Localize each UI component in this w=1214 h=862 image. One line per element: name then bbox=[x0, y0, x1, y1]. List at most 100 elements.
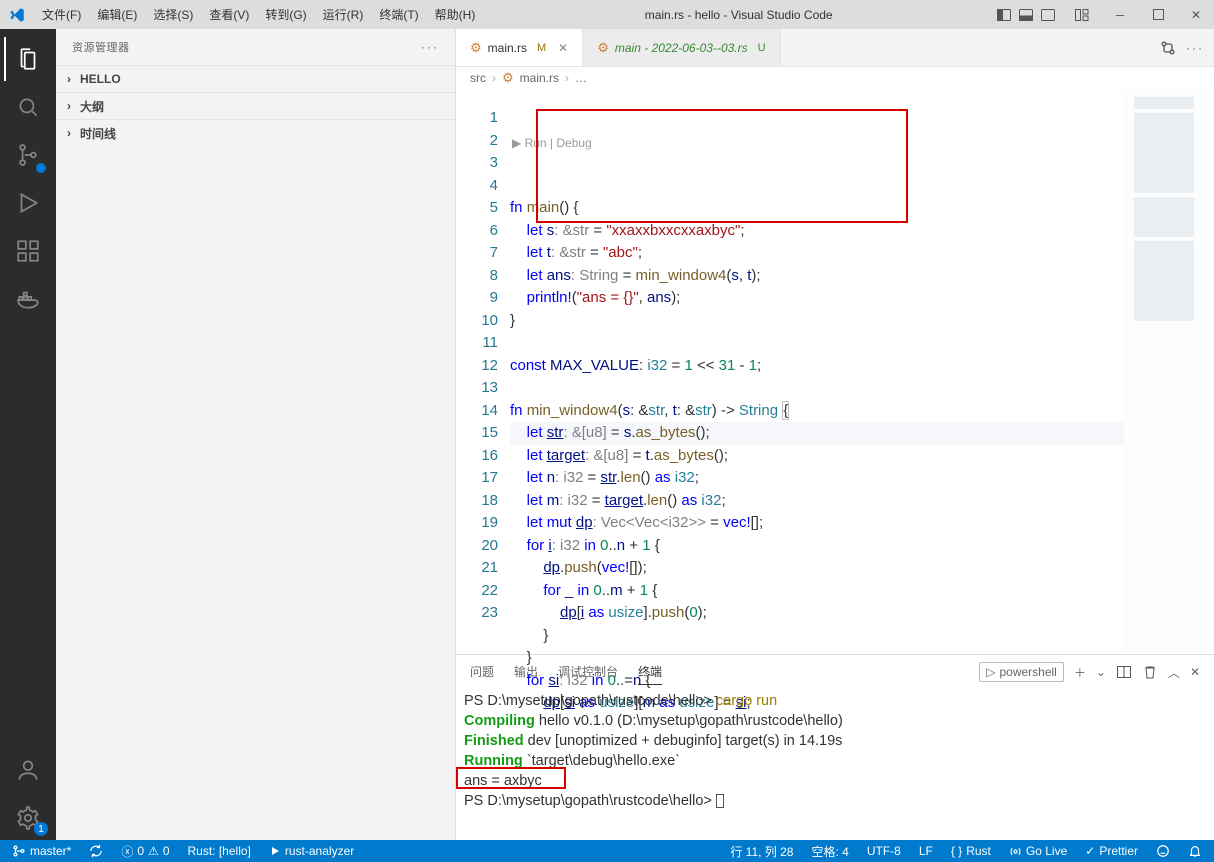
code-line[interactable]: let n: i32 = str.len() as i32; bbox=[510, 467, 1124, 490]
window-close-button[interactable]: ✕ bbox=[1186, 5, 1206, 25]
activity-docker[interactable] bbox=[4, 277, 52, 321]
code-line[interactable]: let t: &str = "abc"; bbox=[510, 242, 1124, 265]
status-feedback-icon[interactable] bbox=[1152, 844, 1174, 858]
crumb-more[interactable]: … bbox=[575, 71, 587, 85]
activity-accounts[interactable] bbox=[4, 748, 52, 792]
activity-explorer[interactable] bbox=[4, 37, 52, 81]
code-line[interactable]: } bbox=[510, 625, 1124, 648]
explorer-sidebar: 资源管理器 ··· ›HELLO›大纲›时间线 bbox=[56, 29, 456, 840]
menu-item[interactable]: 帮助(H) bbox=[427, 1, 484, 29]
panel-close-icon[interactable]: ✕ bbox=[1190, 665, 1200, 679]
minimap[interactable] bbox=[1124, 89, 1214, 654]
window-maximize-button[interactable] bbox=[1148, 5, 1168, 25]
code-line[interactable] bbox=[510, 377, 1124, 400]
code-line[interactable]: fn min_window4(s: &str, t: &str) -> Stri… bbox=[510, 400, 1124, 423]
menu-item[interactable]: 查看(V) bbox=[201, 1, 257, 29]
line-number: 15 bbox=[456, 422, 498, 445]
code-line[interactable]: for _ in 0..m + 1 { bbox=[510, 580, 1124, 603]
menu-item[interactable]: 终端(T) bbox=[371, 1, 426, 29]
line-number: 21 bbox=[456, 557, 498, 580]
code-line[interactable]: println!("ans = {}", ans); bbox=[510, 287, 1124, 310]
git-compare-icon[interactable] bbox=[1160, 40, 1176, 56]
line-number: 19 bbox=[456, 512, 498, 535]
title-bar-right: ─ ✕ bbox=[994, 5, 1206, 25]
layout-left-icon[interactable] bbox=[994, 5, 1014, 25]
code-line[interactable]: let m: i32 = target.len() as i32; bbox=[510, 490, 1124, 513]
sidebar-more-icon[interactable]: ··· bbox=[421, 40, 439, 54]
status-spaces[interactable]: 空格: 4 bbox=[807, 843, 852, 860]
menu-item[interactable]: 转到(G) bbox=[257, 1, 314, 29]
code-line[interactable]: dp[i as usize].push(0); bbox=[510, 602, 1124, 625]
layout-bottom-icon[interactable] bbox=[1016, 5, 1036, 25]
line-number: 22 bbox=[456, 580, 498, 603]
code-line[interactable]: dp.push(vec![]); bbox=[510, 557, 1124, 580]
code-line[interactable]: } bbox=[510, 647, 1124, 670]
sidebar-section[interactable]: ›时间线 bbox=[56, 119, 455, 146]
menu-item[interactable]: 编辑(E) bbox=[89, 1, 145, 29]
menu-item[interactable]: 运行(R) bbox=[315, 1, 372, 29]
status-eol[interactable]: LF bbox=[915, 844, 937, 858]
status-go-live[interactable]: Go Live bbox=[1005, 844, 1071, 858]
status-problems[interactable]: ⓧ0 ⚠0 bbox=[117, 843, 173, 860]
annotation-box-output bbox=[456, 767, 566, 789]
activity-settings[interactable]: 1 bbox=[4, 796, 52, 840]
sidebar-title: 资源管理器 bbox=[72, 39, 130, 55]
line-number: 1 bbox=[456, 107, 498, 130]
title-bar: 文件(F)编辑(E)选择(S)查看(V)转到(G)运行(R)终端(T)帮助(H)… bbox=[0, 0, 1214, 29]
editor-tab[interactable]: ⚙main - 2022-06-03--03.rsU bbox=[583, 29, 780, 66]
tab-actions-more-icon[interactable]: ··· bbox=[1186, 41, 1204, 55]
kill-terminal-icon[interactable] bbox=[1142, 664, 1158, 680]
panel-tab[interactable]: 问题 bbox=[470, 659, 494, 685]
code-line[interactable]: let target: &[u8] = t.as_bytes(); bbox=[510, 445, 1124, 468]
sidebar-section-label: HELLO bbox=[80, 72, 121, 86]
status-bell-icon[interactable] bbox=[1184, 844, 1206, 858]
activity-source-control[interactable] bbox=[4, 133, 52, 177]
code-editor[interactable]: 1234567891011121314151617181920212223 ▶ … bbox=[456, 89, 1214, 654]
status-ln-col[interactable]: 行 11, 列 28 bbox=[726, 843, 797, 860]
status-language[interactable]: { }Rust bbox=[947, 844, 995, 858]
breadcrumb[interactable]: src › ⚙ main.rs › … bbox=[456, 67, 1214, 89]
sidebar-section-label: 时间线 bbox=[80, 125, 116, 142]
app-menu: 文件(F)编辑(E)选择(S)查看(V)转到(G)运行(R)终端(T)帮助(H) bbox=[34, 1, 483, 29]
code-line[interactable]: const MAX_VALUE: i32 = 1 << 31 - 1; bbox=[510, 355, 1124, 378]
line-number: 7 bbox=[456, 242, 498, 265]
code-line[interactable]: let mut dp: Vec<Vec<i32>> = vec![]; bbox=[510, 512, 1124, 535]
menu-item[interactable]: 选择(S) bbox=[145, 1, 201, 29]
status-git-branch[interactable]: master* bbox=[8, 844, 75, 858]
code-line[interactable]: let ans: String = min_window4(s, t); bbox=[510, 265, 1124, 288]
status-rust-analyzer[interactable]: rust-analyzer bbox=[265, 844, 358, 858]
editor-tabs: ⚙main.rsM✕⚙main - 2022-06-03--03.rsU ··· bbox=[456, 29, 1214, 67]
sidebar-section[interactable]: ›HELLO bbox=[56, 65, 455, 92]
activity-bar: 1 bbox=[0, 29, 56, 840]
line-number: 8 bbox=[456, 265, 498, 288]
window-minimize-button[interactable]: ─ bbox=[1110, 5, 1130, 25]
line-number: 17 bbox=[456, 467, 498, 490]
line-number: 10 bbox=[456, 310, 498, 333]
status-rust-target[interactable]: Rust: [hello] bbox=[184, 844, 255, 858]
status-prettier[interactable]: ✓Prettier bbox=[1081, 844, 1142, 858]
crumb-file[interactable]: main.rs bbox=[520, 71, 559, 85]
panel-maximize-icon[interactable]: ︿ bbox=[1168, 664, 1180, 681]
terminal-content[interactable]: PS D:\mysetup\gopath\rustcode\hello> car… bbox=[456, 689, 1214, 840]
code-line[interactable] bbox=[510, 332, 1124, 355]
code-line[interactable]: } bbox=[510, 310, 1124, 333]
status-encoding[interactable]: UTF-8 bbox=[863, 844, 905, 858]
layout-customize-icon[interactable] bbox=[1072, 5, 1092, 25]
chevron-right-icon: › bbox=[62, 99, 76, 113]
code-content[interactable]: ▶ Run | Debug fn main() { let s: &str = … bbox=[510, 89, 1124, 654]
activity-extensions[interactable] bbox=[4, 229, 52, 273]
code-line[interactable]: for i: i32 in 0..n + 1 { bbox=[510, 535, 1124, 558]
editor-tab[interactable]: ⚙main.rsM✕ bbox=[456, 29, 583, 66]
close-tab-icon[interactable]: ✕ bbox=[558, 41, 568, 55]
layout-right-icon[interactable] bbox=[1038, 5, 1058, 25]
activity-run-debug[interactable] bbox=[4, 181, 52, 225]
code-line[interactable]: let str: &[u8] = s.as_bytes(); bbox=[510, 422, 1124, 445]
line-number: 3 bbox=[456, 152, 498, 175]
activity-search[interactable] bbox=[4, 85, 52, 129]
crumb-src[interactable]: src bbox=[470, 71, 486, 85]
sidebar-section[interactable]: ›大纲 bbox=[56, 92, 455, 119]
line-number: 12 bbox=[456, 355, 498, 378]
rust-file-icon: ⚙ bbox=[470, 40, 482, 56]
menu-item[interactable]: 文件(F) bbox=[34, 1, 89, 29]
status-sync[interactable] bbox=[85, 844, 107, 858]
